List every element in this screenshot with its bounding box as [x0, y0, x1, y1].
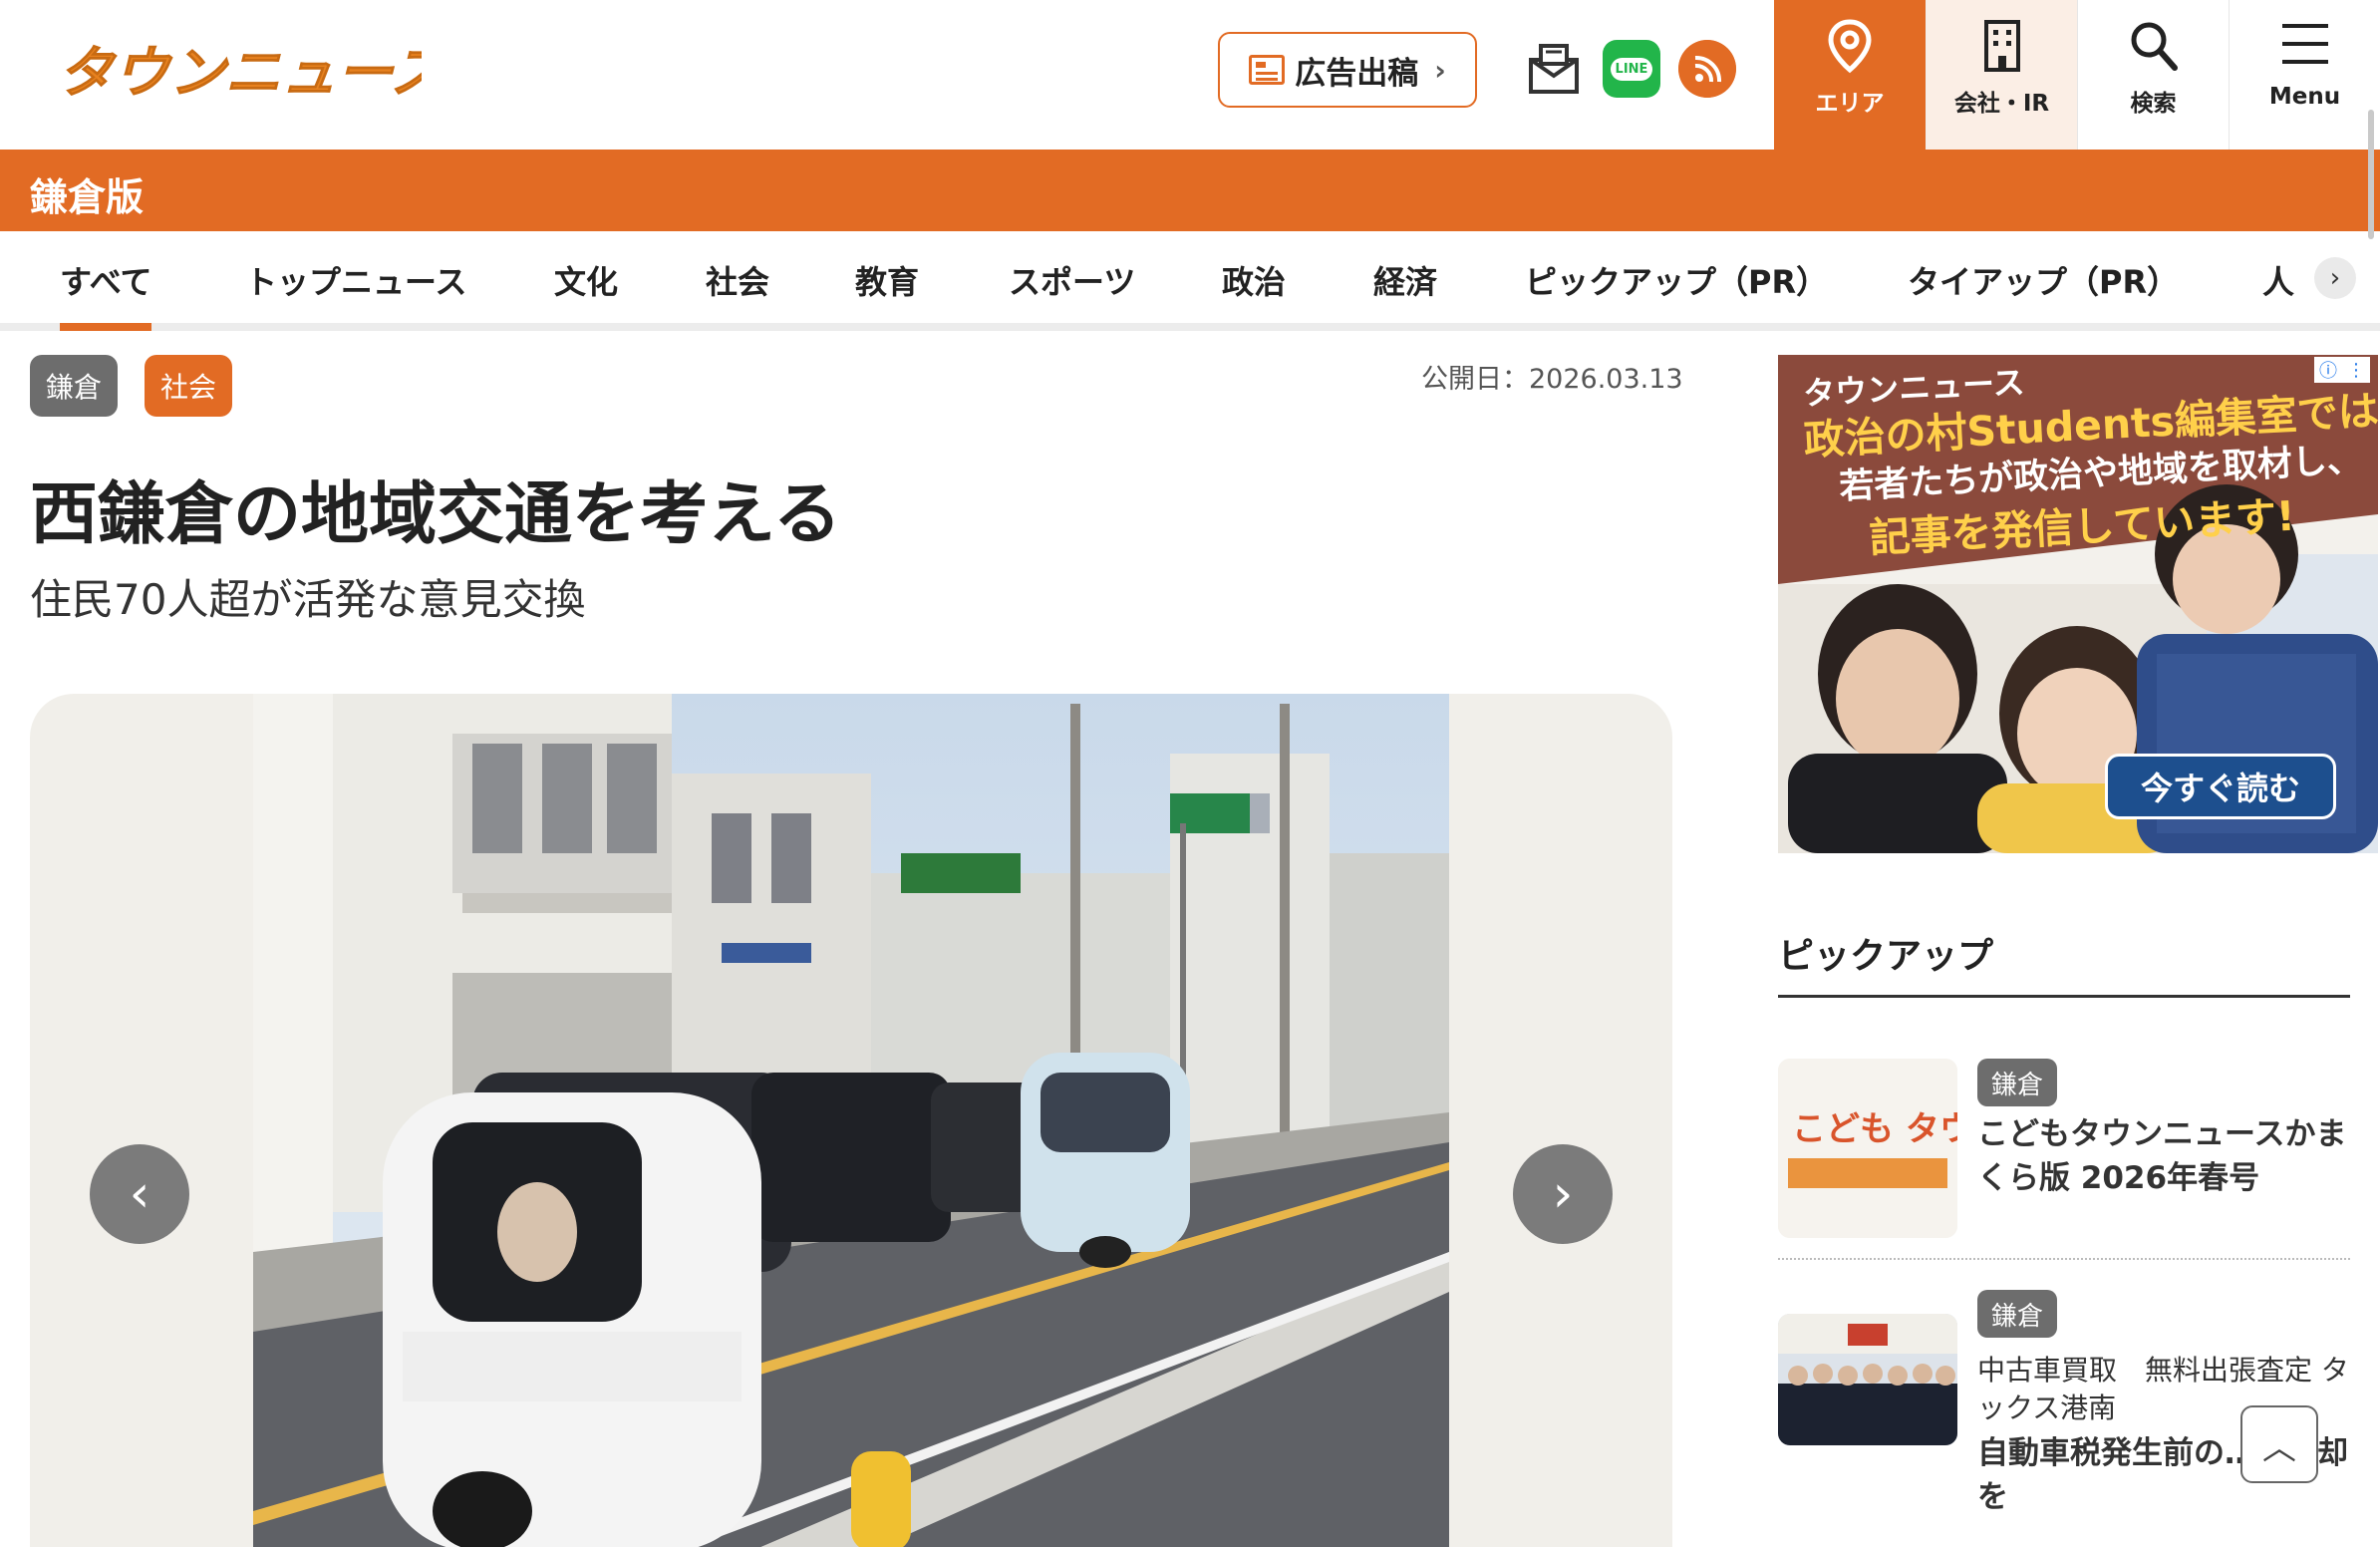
article-area-tag[interactable]: 鎌倉: [30, 355, 119, 417]
tab-sports[interactable]: スポーツ: [1009, 257, 1135, 303]
pin-icon: [1828, 19, 1872, 74]
back-to-top-button[interactable]: ︿: [2240, 1405, 2318, 1483]
nav-company-label: 会社・IR: [1953, 91, 2050, 117]
tab-top-news[interactable]: トップニュース: [245, 257, 466, 303]
pickup-heading-rule: [1778, 995, 2350, 998]
tab-society[interactable]: 社会: [706, 257, 769, 303]
chevron-up-icon: ︿: [2262, 1427, 2296, 1468]
chevron-right-icon: ›: [1552, 1164, 1574, 1224]
building-icon: [1983, 20, 2020, 72]
tab-pickup-pr[interactable]: ピックアップ（PR）: [1525, 257, 1828, 303]
article-subtitle: 住民70人超が活発な意見交換: [30, 575, 586, 624]
nav-area-button[interactable]: エリア: [1774, 0, 1926, 150]
pickup-thumbnail: [1778, 1314, 1957, 1445]
hamburger-icon: [2281, 24, 2328, 64]
nav-search-button[interactable]: 検索: [2077, 0, 2229, 150]
line-label: LINE: [1610, 57, 1653, 81]
carousel-next-button[interactable]: ›: [1513, 1144, 1613, 1244]
mail-icon[interactable]: [1525, 40, 1583, 98]
chevron-right-icon: ›: [2329, 263, 2341, 293]
tab-tieup-pr[interactable]: タイアップ（PR）: [1908, 257, 2179, 303]
article-photo: [253, 694, 1449, 1547]
sidebar-ad-banner[interactable]: タウンニュース 政治の村Students編集室では 若者たちが政治や地域を取材し…: [1778, 355, 2378, 853]
pickup-item[interactable]: 鎌倉 中古車買取 無料出張査定 タックス港南 自動車税発生前の…に売却を: [1778, 1290, 2350, 1519]
logo-text: タウンニュース: [58, 41, 422, 104]
ad-placement-button[interactable]: 広告出稿 ›: [1218, 32, 1477, 108]
ad-button-label: 広告出稿: [1295, 55, 1419, 92]
article-title: 西鎌倉の地域交通を考える: [30, 475, 841, 554]
carousel-prev-button[interactable]: ‹: [90, 1144, 189, 1244]
nav-menu-button[interactable]: Menu: [2229, 0, 2380, 150]
thumb-text: こども タウンニュース: [1792, 1109, 1957, 1149]
edition-title[interactable]: 鎌倉版: [30, 166, 144, 221]
nav-menu-label: Menu: [2268, 84, 2341, 110]
tab-all[interactable]: すべて: [60, 257, 152, 331]
tabs-scroll-right-button[interactable]: ›: [2314, 257, 2356, 299]
pickup-item[interactable]: こども タウンニュース 鎌倉 こどもタウンニュースかまくら版 2026年春号: [1778, 1059, 2350, 1238]
chevron-right-icon: ›: [1434, 53, 1446, 87]
article-category-tag[interactable]: 社会: [145, 355, 233, 417]
category-tabs: すべて トップニュース 文化 社会 教育 スポーツ 政治 経済 ピックアップ（P…: [0, 231, 2380, 331]
pickup-thumbnail: こども タウンニュース: [1778, 1059, 1957, 1238]
pickup-item-title: こどもタウンニュースかまくら版 2026年春号: [1977, 1116, 2347, 1196]
page: タウンニュース 広告出稿 › LINE エリア 会社・IR 検索 Menu 鎌倉…: [0, 0, 2380, 1547]
tab-economy[interactable]: 経済: [1373, 257, 1437, 303]
photo-carousel: ‹ ›: [30, 694, 1672, 1547]
ad-icon: [1249, 55, 1286, 85]
site-logo[interactable]: タウンニュース: [58, 36, 422, 105]
search-icon: [2131, 22, 2178, 71]
pickup-item-tag: 鎌倉: [1977, 1059, 2058, 1106]
publish-date: 公開日：2026.03.13: [1421, 364, 1683, 395]
banner-read-now-button[interactable]: 今すぐ読む: [2105, 754, 2336, 819]
pickup-divider: [1778, 1258, 2350, 1260]
nav-area-label: エリア: [1815, 91, 1885, 117]
nav-company-button[interactable]: 会社・IR: [1926, 0, 2077, 150]
rss-icon[interactable]: [1678, 40, 1736, 98]
tab-culture[interactable]: 文化: [554, 257, 618, 303]
tab-politics[interactable]: 政治: [1222, 257, 1286, 303]
tab-people[interactable]: 人: [2262, 257, 2294, 303]
line-icon[interactable]: LINE: [1603, 40, 1660, 98]
tab-education[interactable]: 教育: [855, 257, 919, 303]
pickup-item-tag: 鎌倉: [1977, 1290, 2058, 1338]
edition-bar: 鎌倉版: [0, 150, 2380, 231]
adchoices-icon[interactable]: ⓘ ⋮: [2314, 357, 2370, 383]
page-scrollbar[interactable]: [2368, 110, 2374, 239]
site-header: タウンニュース 広告出稿 › LINE エリア 会社・IR 検索 Menu: [0, 0, 2380, 150]
chevron-left-icon: ‹: [129, 1164, 150, 1224]
pickup-heading: ピックアップ: [1778, 936, 1994, 977]
nav-search-label: 検索: [2130, 91, 2177, 117]
